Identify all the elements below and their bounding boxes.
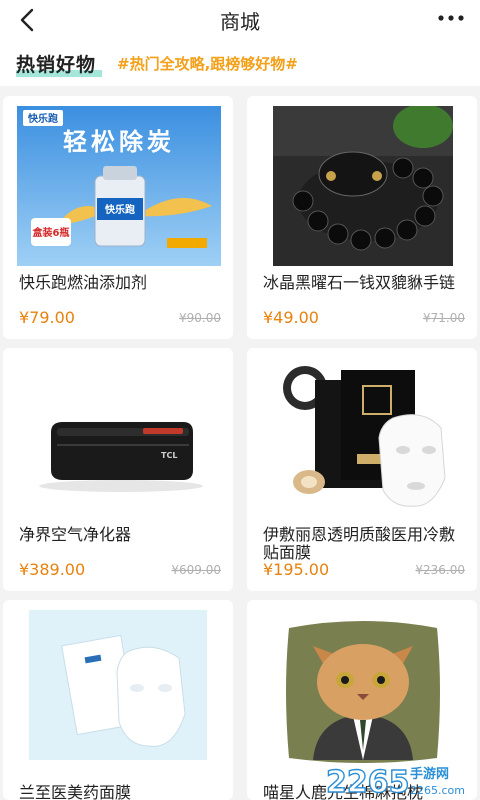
- image-banner-text: 轻松除炭: [63, 128, 175, 156]
- watermark-domain-text: 2265.com: [410, 784, 465, 797]
- product-name: 净界空气净化器: [19, 525, 132, 544]
- more-options-icon[interactable]: [436, 8, 466, 28]
- hot-sales-title: 热销好物: [16, 54, 97, 76]
- image-badge-text: 盒装6瓶: [32, 226, 70, 239]
- hot-sales-header: 热销好物 #热门全攻略,跟榜够好物#: [0, 40, 480, 86]
- product-price: ¥49.00: [263, 308, 319, 327]
- product-price: ¥79.00: [19, 308, 75, 327]
- product-card[interactable]: 冰晶黑曜石一钱双貔貅手链 ¥49.00 ¥71.00: [247, 96, 477, 339]
- product-image-bracelet: [273, 106, 453, 266]
- product-image-fuel-additive: 快乐跑 轻松除炭 快乐跑 盒装6瓶: [17, 106, 221, 266]
- page-title: 商城: [220, 10, 260, 34]
- original-price: ¥90.00: [179, 311, 221, 325]
- watermark-logo-text: 2265: [326, 765, 410, 800]
- product-image-medical-mask: [29, 610, 207, 760]
- product-image-cat-pillow: [283, 610, 443, 770]
- watermark-suffix-text: 手游网: [410, 766, 449, 782]
- product-image-air-purifier: TCL: [33, 358, 213, 518]
- product-card[interactable]: 伊敷丽恩透明质酸医用冷敷贴面膜 ¥195.00 ¥236.00: [247, 348, 477, 591]
- product-name: 兰至医美药面膜: [19, 783, 132, 800]
- product-card[interactable]: 兰至医美药面膜: [3, 600, 233, 800]
- product-price: ¥389.00: [19, 560, 86, 579]
- product-name: 伊敷丽恩透明质酸医用冷敷贴面膜: [263, 525, 456, 562]
- original-price: ¥236.00: [415, 563, 465, 577]
- product-card[interactable]: TCL 净界空气净化器 ¥389.00 ¥609.00: [3, 348, 233, 591]
- product-card[interactable]: 快乐跑 轻松除炭 快乐跑 盒装6瓶 快乐跑燃油添加剂 ¥79.00 ¥90.00: [3, 96, 233, 339]
- original-price: ¥71.00: [423, 311, 465, 325]
- site-watermark: 2265 手游网 2265.com: [324, 758, 474, 800]
- hot-sales-subtitle: #热门全攻略,跟榜够好物#: [117, 55, 298, 73]
- bottle-label-text: 快乐跑: [104, 203, 135, 216]
- image-brand-text: 快乐跑: [27, 112, 58, 125]
- product-name: 冰晶黑曜石一钱双貔貅手链: [263, 273, 456, 292]
- product-name: 快乐跑燃油添加剂: [19, 273, 148, 292]
- product-image-face-mask: [273, 358, 453, 518]
- original-price: ¥609.00: [171, 563, 221, 577]
- product-price: ¥195.00: [263, 560, 330, 579]
- image-brand-text: TCL: [161, 451, 177, 460]
- top-nav-bar: 商城: [0, 0, 480, 40]
